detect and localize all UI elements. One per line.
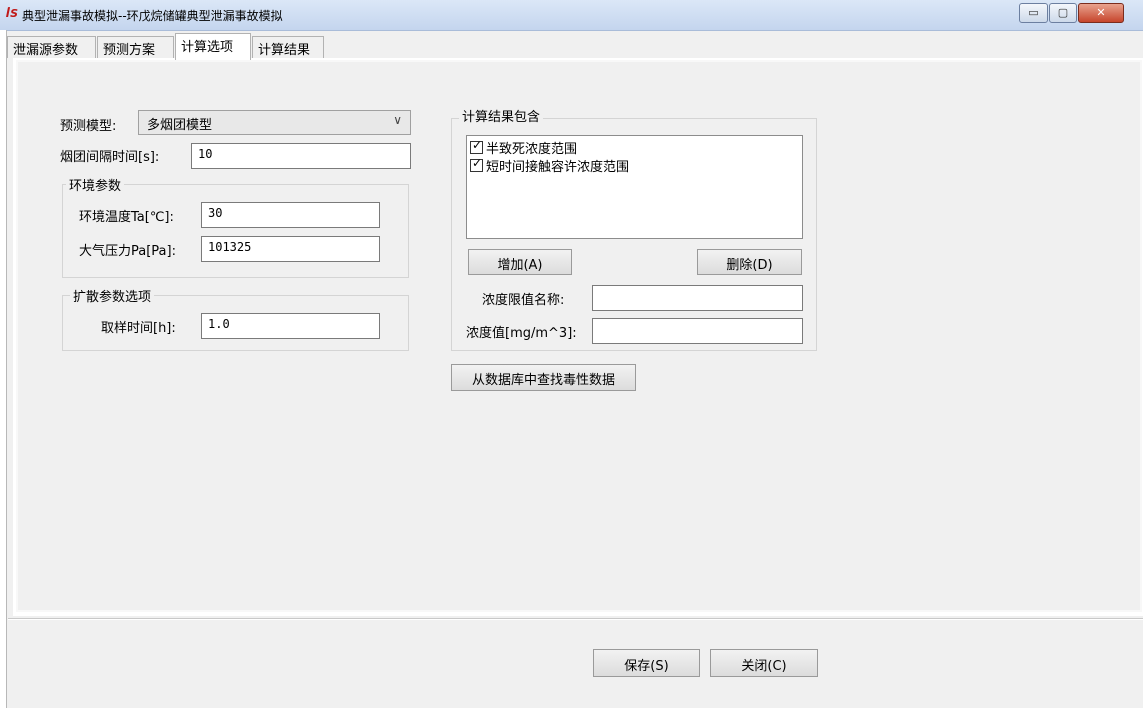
sample-time-input[interactable]: 1.0 [201, 313, 380, 339]
temp-label: 环境温度Ta[℃]: [79, 210, 174, 225]
maximize-icon: ▢ [1057, 6, 1069, 19]
title-bar: ꟾS 典型泄漏事故模拟--环戊烷储罐典型泄漏事故模拟 ▭ ▢ ✕ [0, 0, 1143, 31]
close-window-button[interactable]: ✕ [1078, 3, 1124, 23]
add-button[interactable]: 增加(A) [468, 249, 572, 275]
result-item-label: 半致死浓度范围 [486, 142, 578, 157]
env-params-group [62, 184, 409, 278]
sample-time-label: 取样时间[h]: [101, 321, 176, 336]
interval-label: 烟团间隔时间[s]: [60, 150, 160, 165]
tab-label: 计算结果 [258, 43, 311, 58]
tab-label: 泄漏源参数 [13, 43, 79, 58]
tab-calc-options[interactable]: 计算选项 [175, 33, 251, 60]
close-button[interactable]: 关闭(C) [710, 649, 818, 677]
check-icon: ✓ [472, 138, 483, 152]
find-toxicity-db-button[interactable]: 从数据库中查找毒性数据 [451, 364, 636, 391]
model-label: 预测模型: [60, 119, 117, 134]
model-select[interactable]: 多烟团模型 ∨ [138, 110, 411, 135]
minimize-button[interactable]: ▭ [1019, 3, 1048, 23]
result-item-short-term[interactable]: ✓ 短时间接触容许浓度范围 [470, 156, 630, 175]
temperature-input[interactable]: 30 [201, 202, 380, 228]
tab-leak-source-params[interactable]: 泄漏源参数 [7, 36, 96, 58]
chevron-down-icon: ∨ [393, 113, 402, 127]
save-button[interactable]: 保存(S) [593, 649, 700, 677]
conc-value-input[interactable] [592, 318, 803, 344]
close-icon: ✕ [1096, 6, 1106, 19]
result-item-lethal[interactable]: ✓ 半致死浓度范围 [470, 138, 578, 157]
maximize-button[interactable]: ▢ [1049, 3, 1077, 23]
pressure-input[interactable]: 101325 [201, 236, 380, 262]
window-left-edge [0, 30, 7, 708]
pressure-label: 大气压力Pa[Pa]: [79, 244, 176, 259]
tab-label: 预测方案 [103, 43, 156, 58]
tab-calc-results[interactable]: 计算结果 [252, 36, 324, 58]
results-listbox[interactable]: ✓ 半致死浓度范围 ✓ 短时间接触容许浓度范围 [466, 135, 803, 239]
results-title: 计算结果包含 [459, 106, 544, 125]
checkbox-checked-icon[interactable]: ✓ [470, 138, 483, 154]
limit-name-label: 浓度限值名称: [482, 293, 565, 308]
conc-value-label: 浓度值[mg/m^3]: [466, 326, 577, 341]
tab-prediction-plan[interactable]: 预测方案 [97, 36, 174, 58]
env-params-title: 环境参数 [66, 175, 125, 194]
checkbox-checked-icon[interactable]: ✓ [470, 156, 483, 172]
tab-label: 计算选项 [181, 40, 234, 55]
check-icon: ✓ [472, 156, 483, 170]
result-item-label: 短时间接触容许浓度范围 [486, 160, 630, 175]
diffusion-title: 扩散参数选项 [70, 286, 155, 305]
footer-separator [8, 618, 1143, 620]
delete-button[interactable]: 删除(D) [697, 249, 802, 275]
minimize-icon: ▭ [1028, 6, 1039, 19]
model-selected-value: 多烟团模型 [147, 118, 213, 133]
limit-name-input[interactable] [592, 285, 803, 311]
app-logo-icon: ꟾS [6, 7, 19, 20]
interval-input[interactable]: 10 [191, 143, 411, 169]
window-title: 典型泄漏事故模拟--环戊烷储罐典型泄漏事故模拟 [22, 9, 283, 23]
